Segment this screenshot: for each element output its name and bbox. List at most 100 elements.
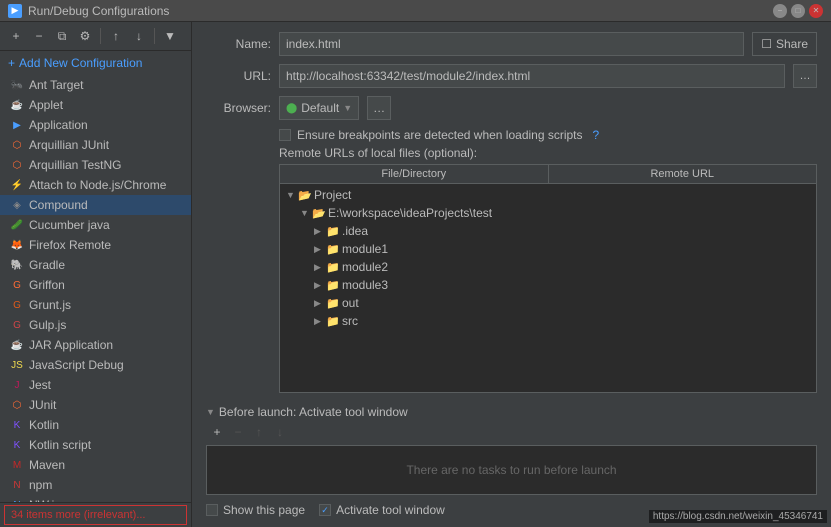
tree-item[interactable]: ▶📁module3: [280, 276, 816, 294]
url-browse-button[interactable]: …: [793, 64, 817, 88]
tree-folder-icon: 📁: [326, 225, 340, 238]
config-item-javascript-debug[interactable]: JSJavaScript Debug: [0, 355, 191, 375]
config-item-gulp-js[interactable]: GGulp.js: [0, 315, 191, 335]
activate-tool-window-label: Activate tool window: [336, 503, 445, 517]
bottom-bar: 34 items more (irrelevant)...: [0, 502, 191, 527]
config-item-cucumber-java[interactable]: 🥒Cucumber java: [0, 215, 191, 235]
browser-select[interactable]: ⬤ Default ▼: [279, 96, 359, 120]
maven-label: Maven: [29, 458, 65, 472]
maven-icon: M: [10, 458, 24, 472]
settings-config-button[interactable]: ⚙: [75, 26, 95, 46]
tree-arrow: ▼: [300, 208, 310, 218]
name-row: Name: ☐ Share: [206, 32, 817, 56]
gradle-icon: 🐘: [10, 258, 24, 272]
before-launch-toggle[interactable]: ▼: [206, 407, 215, 417]
before-launch-add-button[interactable]: +: [208, 423, 226, 441]
url-row: URL: …: [206, 64, 817, 88]
config-item-application[interactable]: ▶Application: [0, 115, 191, 135]
activate-tool-window-item: ✓ Activate tool window: [319, 503, 445, 517]
more-items-button[interactable]: 34 items more (irrelevant)...: [4, 505, 187, 525]
firefox-remote-label: Firefox Remote: [29, 238, 111, 252]
config-item-junit[interactable]: ⬡JUnit: [0, 395, 191, 415]
tree-label: src: [342, 314, 358, 328]
config-item-compound[interactable]: ◈Compound: [0, 195, 191, 215]
filter-button[interactable]: ▼: [160, 26, 180, 46]
before-launch-down-button[interactable]: ↓: [271, 423, 289, 441]
ensure-breakpoints-label: Ensure breakpoints are detected when loa…: [297, 128, 583, 142]
help-icon[interactable]: ?: [593, 128, 600, 142]
cucumber-java-label: Cucumber java: [29, 218, 110, 232]
config-item-arquillian-junit[interactable]: ⬡Arquillian JUnit: [0, 135, 191, 155]
show-this-page-item: Show this page: [206, 503, 305, 517]
config-item-attach-node[interactable]: ⚡Attach to Node.js/Chrome: [0, 175, 191, 195]
config-item-firefox-remote[interactable]: 🦊 Firefox Remote: [0, 235, 191, 255]
config-item-applet[interactable]: ☕Applet: [0, 95, 191, 115]
compound-label: Compound: [29, 198, 88, 212]
file-tree-container: File/Directory Remote URL ▼📂Project▼📂E:\…: [279, 164, 817, 393]
jest-icon: J: [10, 378, 24, 392]
tree-arrow: ▼: [286, 190, 296, 200]
show-this-page-checkbox[interactable]: [206, 504, 218, 516]
minimize-button[interactable]: −: [773, 4, 787, 18]
config-item-jest[interactable]: JJest: [0, 375, 191, 395]
before-launch-header: ▼ Before launch: Activate tool window: [206, 405, 817, 419]
file-dir-col-header: File/Directory: [280, 165, 549, 183]
config-item-gradle[interactable]: 🐘 Gradle: [0, 255, 191, 275]
config-item-kotlin-script[interactable]: KKotlin script: [0, 435, 191, 455]
url-input[interactable]: [279, 64, 785, 88]
gradle-label: Gradle: [29, 258, 65, 272]
tree-label: module3: [342, 278, 388, 292]
before-launch-up-button[interactable]: ↑: [250, 423, 268, 441]
copy-config-button[interactable]: ⧉: [52, 26, 72, 46]
config-item-nwjs[interactable]: NNW.js: [0, 495, 191, 502]
kotlin-script-icon: K: [10, 438, 24, 452]
tree-label: module2: [342, 260, 388, 274]
tree-folder-icon: 📂: [298, 189, 312, 202]
gulp-js-label: Gulp.js: [29, 318, 66, 332]
browser-dropdown-arrow: ▼: [343, 103, 352, 113]
tree-arrow: ▶: [314, 244, 324, 255]
tree-folder-icon: 📁: [326, 261, 340, 274]
config-item-maven[interactable]: M Maven: [0, 455, 191, 475]
config-item-ant-target[interactable]: 🐜Ant Target: [0, 75, 191, 95]
tree-item[interactable]: ▶📁module2: [280, 258, 816, 276]
name-input[interactable]: [279, 32, 744, 56]
app-icon: ▶: [8, 4, 22, 18]
config-item-griffon[interactable]: GGriffon: [0, 275, 191, 295]
move-down-button[interactable]: ↓: [129, 26, 149, 46]
tree-item[interactable]: ▶📁out: [280, 294, 816, 312]
config-item-grunt-js[interactable]: GGrunt.js: [0, 295, 191, 315]
grunt-js-label: Grunt.js: [29, 298, 71, 312]
tree-item[interactable]: ▶📁module1: [280, 240, 816, 258]
ant-target-label: Ant Target: [29, 78, 83, 92]
close-button[interactable]: ✕: [809, 4, 823, 18]
config-item-jar-application[interactable]: ☕JAR Application: [0, 335, 191, 355]
activate-tool-window-checkbox[interactable]: ✓: [319, 504, 331, 516]
attach-node-label: Attach to Node.js/Chrome: [29, 178, 166, 192]
before-launch-label: Before launch: Activate tool window: [219, 405, 408, 419]
add-new-config-item[interactable]: + Add New Configuration: [0, 51, 191, 75]
firefox-remote-icon: 🦊: [10, 238, 24, 252]
tree-label: .idea: [342, 224, 368, 238]
browser-settings-button[interactable]: …: [367, 96, 391, 120]
tree-item[interactable]: ▼📂E:\workspace\ideaProjects\test: [280, 204, 816, 222]
share-button[interactable]: ☐ Share: [752, 32, 817, 56]
add-config-button[interactable]: +: [6, 26, 26, 46]
tree-item[interactable]: ▶📁.idea: [280, 222, 816, 240]
right-panel: Name: ☐ Share URL: … Browser: ⬤ Default …: [192, 22, 831, 527]
applet-icon: ☕: [10, 98, 24, 112]
ensure-breakpoints-checkbox[interactable]: [279, 129, 291, 141]
before-launch-remove-button[interactable]: −: [229, 423, 247, 441]
config-item-npm[interactable]: Nnpm: [0, 475, 191, 495]
share-checkbox: ☐: [761, 37, 772, 51]
remove-config-button[interactable]: −: [29, 26, 49, 46]
maximize-button[interactable]: □: [791, 4, 805, 18]
tree-folder-icon: 📁: [326, 243, 340, 256]
config-item-kotlin[interactable]: KKotlin: [0, 415, 191, 435]
config-item-arquillian-testng[interactable]: ⬡Arquillian TestNG: [0, 155, 191, 175]
move-up-button[interactable]: ↑: [106, 26, 126, 46]
npm-label: npm: [29, 478, 52, 492]
tree-folder-icon: 📁: [326, 297, 340, 310]
tree-item[interactable]: ▶📁src: [280, 312, 816, 330]
tree-item[interactable]: ▼📂Project: [280, 186, 816, 204]
